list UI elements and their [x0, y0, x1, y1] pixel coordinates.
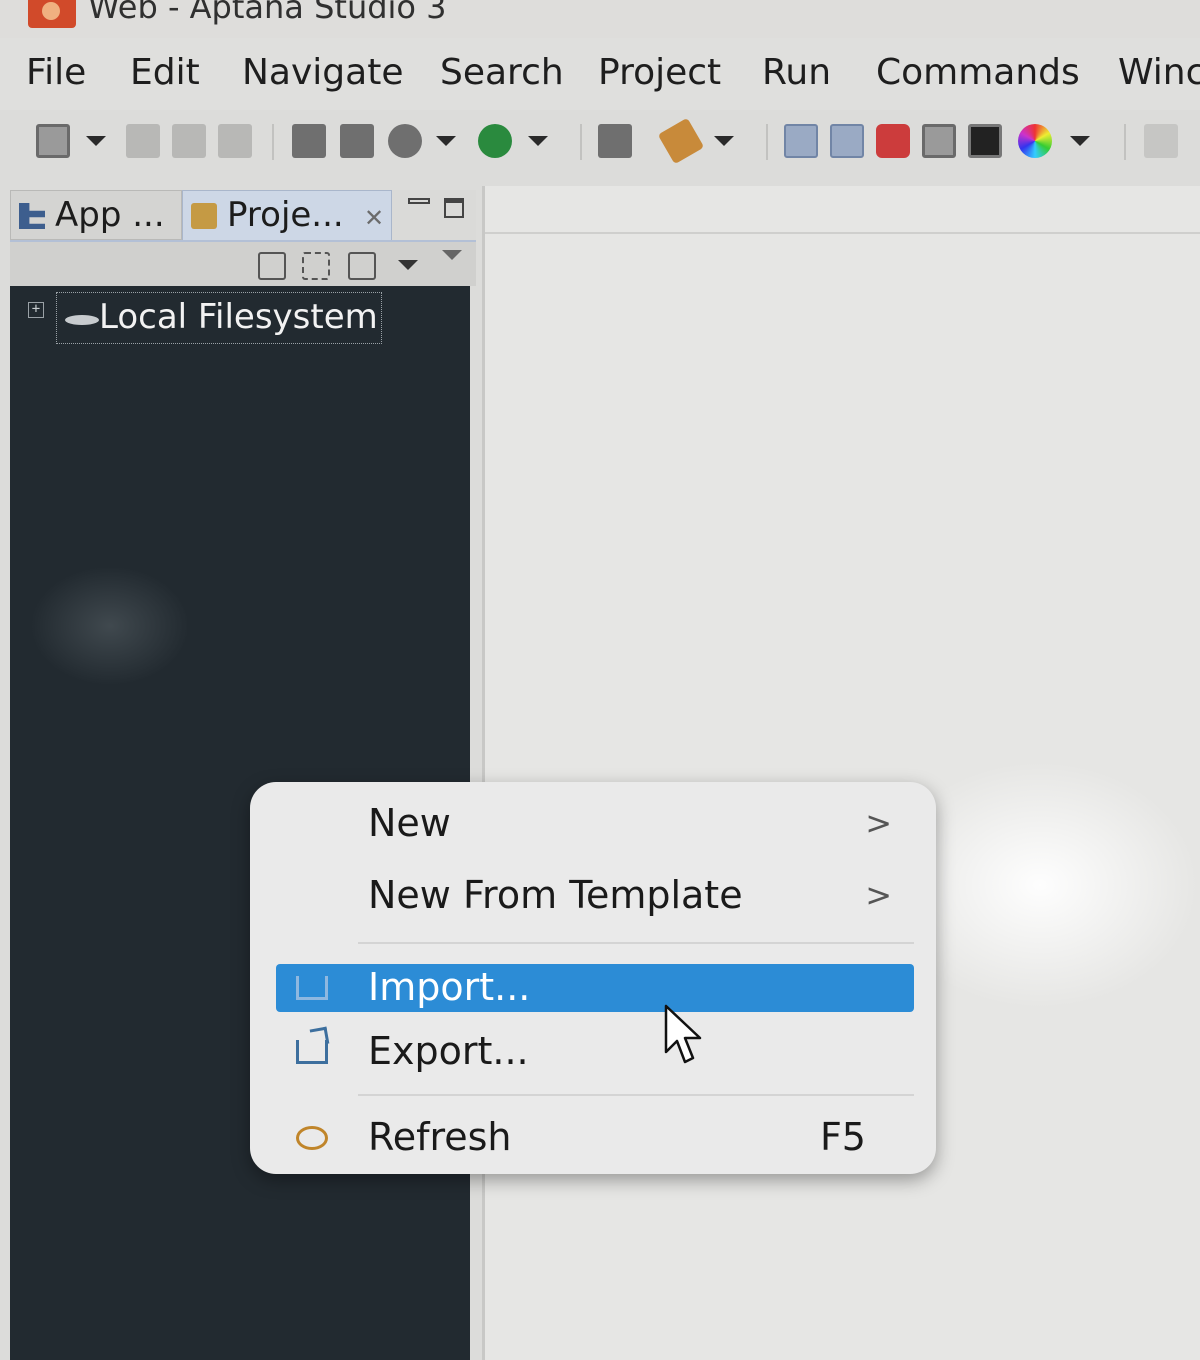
menu-project[interactable]: Project	[598, 52, 721, 93]
view-dropdown-icon[interactable]	[398, 260, 418, 270]
menu-separator	[358, 942, 914, 944]
screen-glare	[30, 566, 190, 686]
save-icon[interactable]	[126, 124, 160, 158]
window-icon[interactable]	[922, 124, 956, 158]
terminal-icon[interactable]	[968, 124, 1002, 158]
tab-project-explorer-label: Proje...	[227, 195, 344, 235]
menu-bar: File Edit Navigate Search Project Run Co…	[0, 38, 1200, 110]
new-connection-icon[interactable]	[348, 252, 376, 280]
run-icon[interactable]	[478, 124, 512, 158]
chevron-right-icon: >	[865, 804, 892, 842]
menu-item-new[interactable]: New >	[276, 800, 914, 848]
app-explorer-icon	[19, 203, 45, 229]
aptana-logo-icon	[28, 0, 76, 28]
menu-file[interactable]: File	[26, 52, 86, 93]
editor-tab-strip-divider	[485, 232, 1200, 234]
debug-dropdown-icon[interactable]	[436, 136, 456, 146]
theme-color-icon[interactable]	[1018, 124, 1052, 158]
browser-icon[interactable]	[876, 124, 910, 158]
menu-item-import[interactable]: Import...	[276, 964, 914, 1012]
menu-run[interactable]: Run	[762, 52, 831, 93]
menu-commands[interactable]: Commands	[876, 52, 1080, 93]
import-icon	[296, 976, 328, 1000]
pencil-icon[interactable]	[1144, 124, 1178, 158]
maximize-view-icon[interactable]	[444, 198, 464, 218]
menu-item-label: New From Template	[368, 873, 743, 917]
menu-item-refresh[interactable]: Refresh F5	[276, 1114, 914, 1162]
debug-icon[interactable]	[388, 124, 422, 158]
menu-item-label: New	[368, 801, 451, 845]
link-with-editor-icon[interactable]	[302, 252, 330, 280]
menu-navigate[interactable]: Navigate	[242, 52, 403, 93]
export-icon	[296, 1040, 328, 1064]
menu-item-label: Refresh	[368, 1115, 512, 1159]
menu-search[interactable]: Search	[440, 52, 564, 93]
menu-window[interactable]: Winc	[1118, 52, 1200, 93]
view-toolbar	[10, 240, 476, 286]
tab-app-explorer[interactable]: App ...	[10, 190, 182, 240]
print-icon[interactable]	[218, 124, 252, 158]
collapse-all-icon[interactable]	[258, 252, 286, 280]
toolbar-separator	[766, 124, 768, 160]
toolbar-separator	[272, 124, 274, 160]
tab-app-explorer-label: App ...	[55, 195, 165, 235]
expand-toggle-icon[interactable]: +	[28, 302, 44, 318]
minimize-view-icon[interactable]	[408, 198, 430, 204]
new-icon[interactable]	[36, 124, 70, 158]
rocket-icon[interactable]	[657, 117, 705, 165]
tree-node-local-filesystem[interactable]: Local Filesystem	[56, 292, 382, 344]
window-title: Web - Aptana Studio 3	[88, 0, 447, 26]
tab-project-explorer[interactable]: Proje...	[182, 190, 392, 240]
rocket-dropdown-icon[interactable]	[714, 136, 734, 146]
view-menu-icon[interactable]	[442, 250, 462, 260]
open-file-icon[interactable]	[292, 124, 326, 158]
project-explorer-icon[interactable]	[830, 124, 864, 158]
chevron-right-icon: >	[865, 876, 892, 914]
title-bar: Web - Aptana Studio 3	[0, 0, 1200, 38]
left-view-tabs: App ... Proje... ✕	[10, 190, 476, 240]
toolbar-separator	[1124, 124, 1126, 160]
menu-item-label: Export...	[368, 1029, 529, 1073]
theme-dropdown-icon[interactable]	[1070, 136, 1090, 146]
main-toolbar	[0, 110, 1200, 174]
deploy-icon[interactable]	[598, 124, 632, 158]
run-config-icon[interactable]	[340, 124, 374, 158]
menu-item-export[interactable]: Export...	[276, 1028, 914, 1076]
project-explorer-icon	[191, 203, 217, 229]
menu-edit[interactable]: Edit	[130, 52, 200, 93]
toolbar-separator	[580, 124, 582, 160]
menu-item-shortcut: F5	[819, 1115, 866, 1159]
menu-separator	[358, 1094, 914, 1096]
run-dropdown-icon[interactable]	[528, 136, 548, 146]
new-dropdown-icon[interactable]	[86, 136, 106, 146]
mouse-cursor-icon	[664, 1004, 702, 1064]
menu-item-new-from-template[interactable]: New From Template >	[276, 872, 914, 920]
app-explorer-icon[interactable]	[784, 124, 818, 158]
context-menu: New > New From Template > Import... Expo…	[250, 782, 936, 1174]
save-all-icon[interactable]	[172, 124, 206, 158]
tree-node-label: Local Filesystem	[99, 297, 378, 337]
refresh-icon	[296, 1126, 328, 1150]
filesystem-icon	[65, 315, 99, 325]
menu-item-label: Import...	[368, 965, 531, 1009]
close-tab-icon[interactable]: ✕	[364, 204, 384, 232]
